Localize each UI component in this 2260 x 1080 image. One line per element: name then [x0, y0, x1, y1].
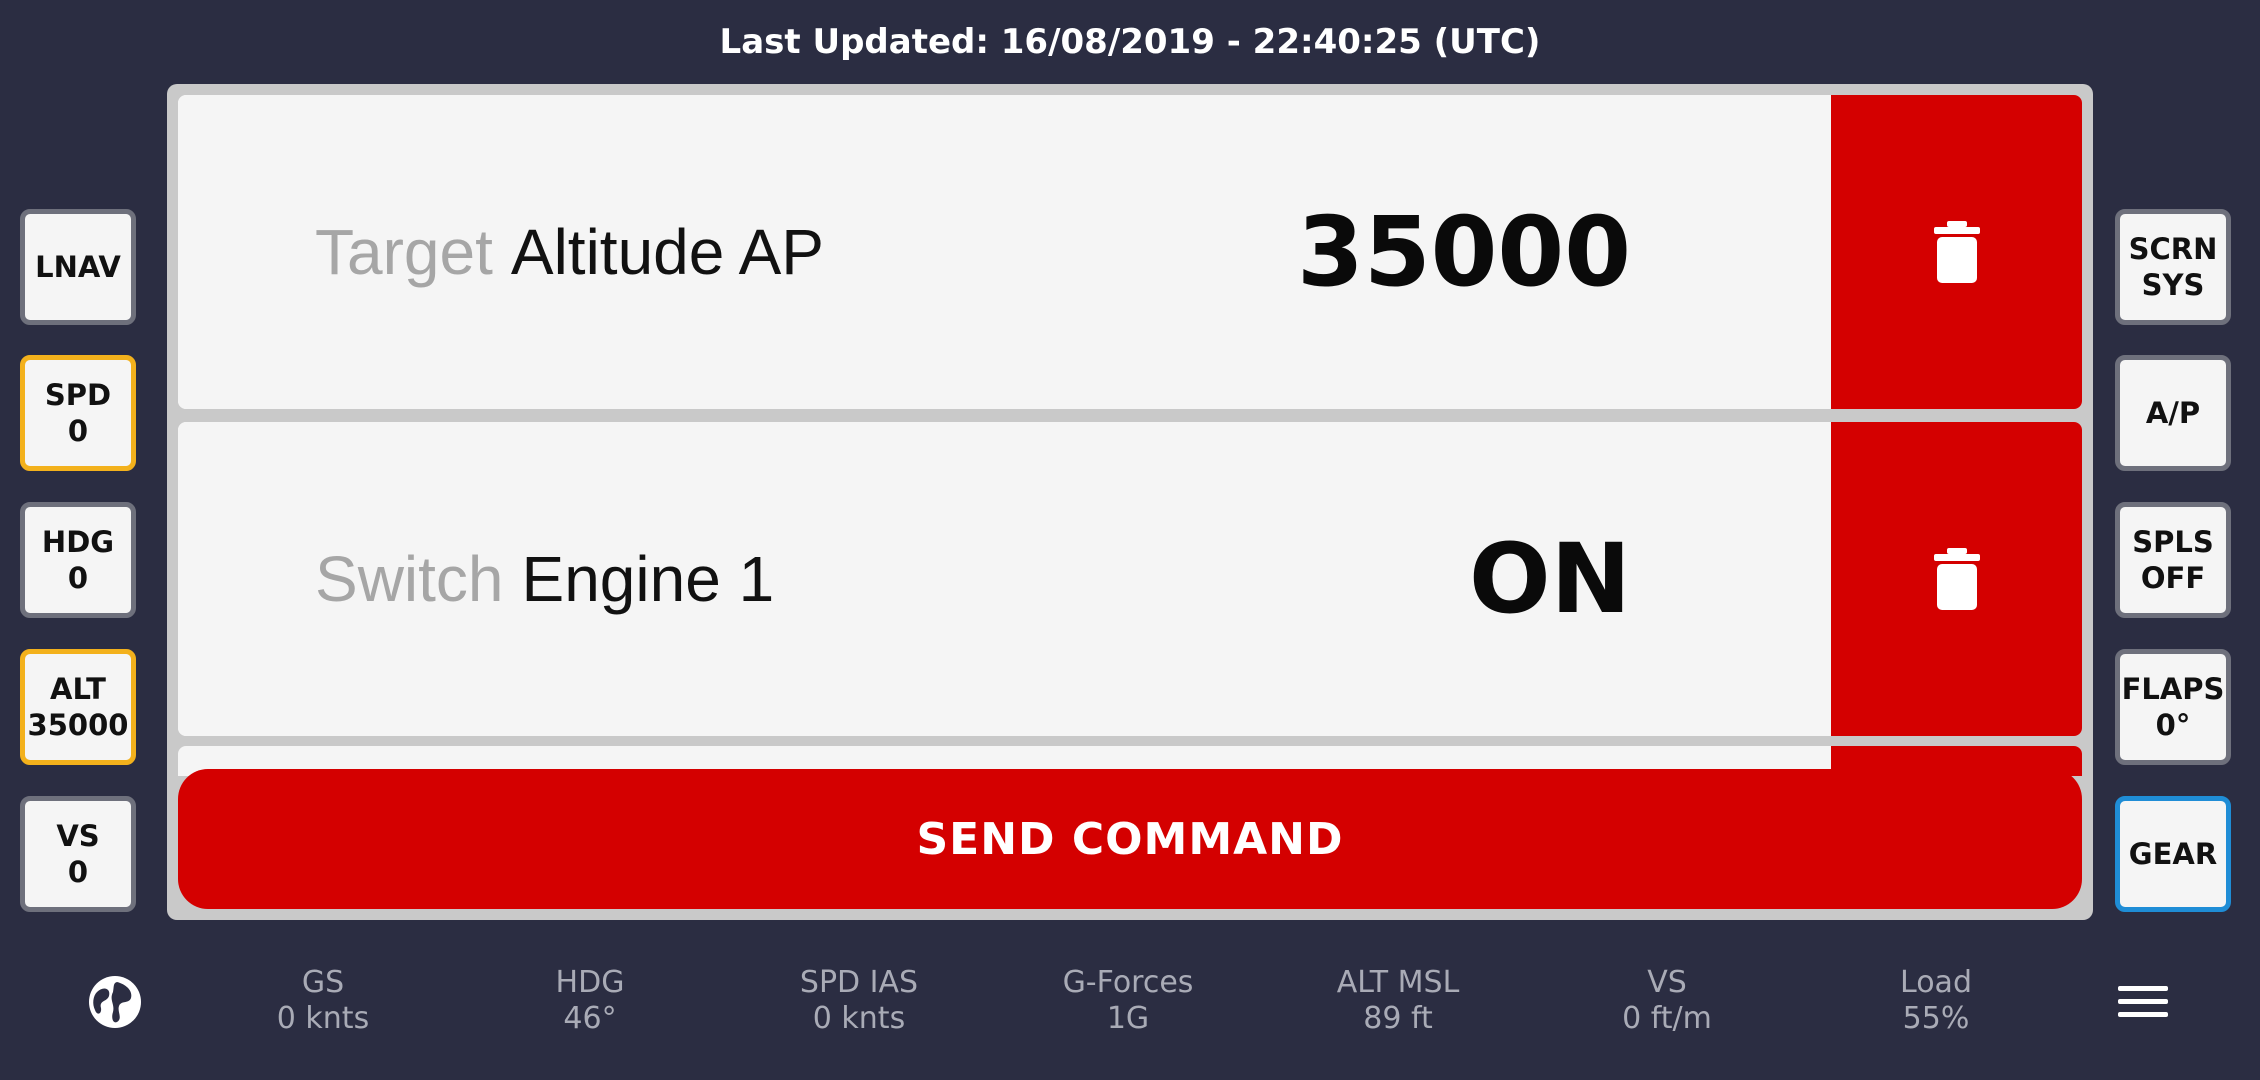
command-prefix: Switch — [315, 543, 504, 615]
alt-msl-label: ALT MSL — [1336, 965, 1460, 1000]
load-label: Load — [1900, 965, 1972, 1000]
g-forces-value: 1G — [1106, 1001, 1150, 1036]
autopilot-button[interactable]: A/P — [2115, 355, 2231, 471]
hdg-value: 0 — [67, 561, 89, 595]
command-value: ON — [1469, 523, 1631, 635]
hdg-label: HDG — [41, 525, 115, 559]
lnav-button[interactable]: LNAV — [20, 209, 136, 325]
send-command-button[interactable]: SEND COMMAND — [178, 769, 2082, 909]
vs-button[interactable]: VS 0 — [20, 796, 136, 912]
scrn-label: SCRN — [2128, 232, 2218, 266]
spd-button[interactable]: SPD 0 — [20, 355, 136, 471]
vs-readout-value: 0 ft/m — [1622, 1001, 1712, 1036]
spls-label: SPLS — [2132, 525, 2214, 559]
command-queue-panel: Target Altitude AP 35000 Switch Engine 1… — [167, 84, 2093, 920]
scrn-sys-button[interactable]: SCRN SYS — [2115, 209, 2231, 325]
trash-icon — [1933, 221, 1980, 283]
flaps-value: 0° — [2155, 708, 2191, 742]
delete-command-button[interactable] — [1831, 422, 2082, 736]
command-row: Switch Engine 1 ON — [178, 422, 2082, 736]
gear-button[interactable]: GEAR — [2115, 796, 2231, 912]
vs-value: 0 — [67, 855, 89, 889]
spd-ias-label: SPD IAS — [799, 965, 919, 1000]
spd-label: SPD — [44, 378, 112, 412]
load-value: 55% — [1902, 1001, 1970, 1036]
delete-command-button[interactable] — [1831, 95, 2082, 409]
command-label: Switch Engine 1 — [315, 422, 774, 736]
spd-value: 0 — [67, 414, 89, 448]
flaps-button[interactable]: FLAPS 0° — [2115, 649, 2231, 765]
spd-ias-value: 0 knts — [812, 1001, 906, 1036]
trash-icon — [1933, 548, 1980, 610]
alt-msl-value: 89 ft — [1363, 1001, 1433, 1036]
alt-button[interactable]: ALT 35000 — [20, 649, 136, 765]
command-name: Engine 1 — [521, 543, 775, 615]
hdg-readout-label: HDG — [555, 965, 625, 1000]
lnav-label: LNAV — [35, 250, 121, 284]
spd-ias-readout: SPD IAS 0 knts — [749, 965, 969, 1037]
gs-readout: GS 0 knts — [213, 965, 433, 1037]
vs-readout: VS 0 ft/m — [1557, 965, 1777, 1037]
vs-readout-label: VS — [1647, 965, 1687, 1000]
g-forces-readout: G-Forces 1G — [1018, 965, 1238, 1037]
flaps-label: FLAPS — [2121, 672, 2225, 706]
hdg-button[interactable]: HDG 0 — [20, 502, 136, 618]
command-name: Altitude AP — [510, 216, 824, 288]
sys-label: SYS — [2141, 268, 2205, 302]
autopilot-label: A/P — [2145, 396, 2201, 430]
gear-label: GEAR — [2128, 837, 2218, 871]
hdg-readout: HDG 46° — [480, 965, 700, 1037]
spls-value: OFF — [2140, 561, 2206, 595]
g-forces-label: G-Forces — [1062, 965, 1194, 1000]
alt-label: ALT — [50, 672, 106, 706]
spoilers-button[interactable]: SPLS OFF — [2115, 502, 2231, 618]
alt-msl-readout: ALT MSL 89 ft — [1288, 965, 1508, 1037]
command-label: Target Altitude AP — [315, 95, 824, 409]
menu-icon[interactable] — [2118, 982, 2168, 1022]
load-readout: Load 55% — [1826, 965, 2046, 1037]
vs-label: VS — [56, 819, 100, 853]
last-updated-header: Last Updated: 16/08/2019 - 22:40:25 (UTC… — [719, 22, 1541, 62]
gs-label: GS — [301, 965, 345, 1000]
command-value: 35000 — [1297, 196, 1631, 308]
gs-value: 0 knts — [276, 1001, 370, 1036]
globe-icon[interactable] — [87, 974, 143, 1030]
command-row-body[interactable]: Target Altitude AP 35000 — [178, 95, 1831, 409]
status-bar: GS 0 knts HDG 46° SPD IAS 0 knts G-Force… — [0, 940, 2260, 1060]
command-row-body[interactable]: Switch Engine 1 ON — [178, 422, 1831, 736]
hdg-readout-value: 46° — [563, 1001, 617, 1036]
alt-value: 35000 — [27, 708, 129, 742]
command-row: Target Altitude AP 35000 — [178, 95, 2082, 409]
command-prefix: Target — [315, 216, 493, 288]
